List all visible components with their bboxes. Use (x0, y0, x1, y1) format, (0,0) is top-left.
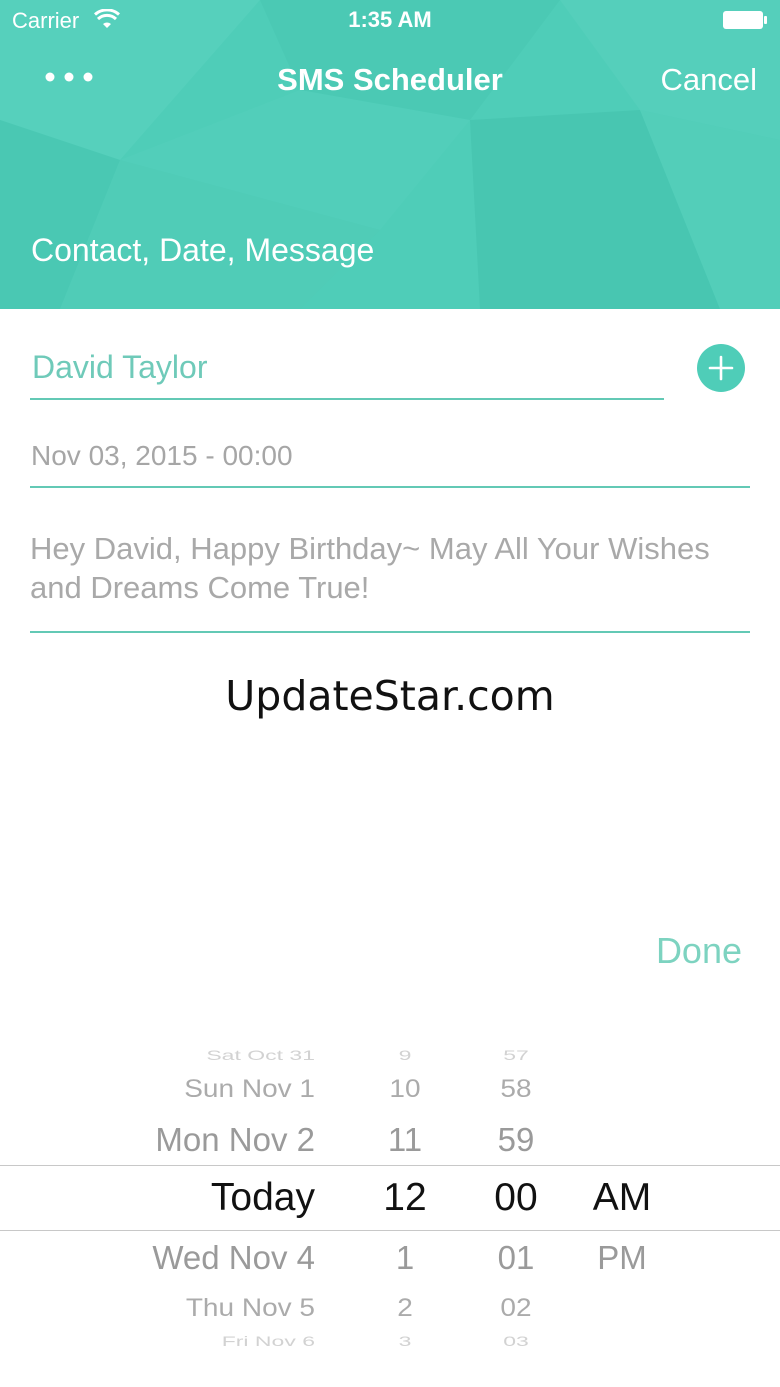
message-textarea[interactable]: Hey David, Happy Birthday~ May All Your … (30, 529, 720, 607)
cancel-button[interactable]: Cancel (661, 62, 758, 98)
picker-hour-option[interactable]: 3 (365, 1333, 445, 1349)
status-time: 1:35 AM (348, 7, 432, 32)
date-field-row: Nov 03, 2015 - 00:00 (30, 428, 750, 488)
picker-hour-option[interactable]: 10 (365, 1075, 445, 1104)
watermark-text: UpdateStar.com (225, 672, 555, 720)
picker-day-option[interactable]: Thu Nov 5 (186, 1294, 315, 1323)
more-dots-icon[interactable] (40, 62, 100, 92)
picker-hour-option[interactable]: 2 (365, 1294, 445, 1323)
picker-selection-bottom-line (0, 1230, 780, 1231)
picker-selection-top-line (0, 1165, 780, 1166)
picker-day-option[interactable]: Sat Oct 31 (206, 1047, 315, 1063)
picker-minute-option[interactable]: 59 (476, 1121, 556, 1159)
picker-minute-option[interactable]: 58 (476, 1075, 556, 1104)
add-contact-button[interactable] (697, 344, 745, 392)
picker-ampm-selected[interactable]: AM (572, 1176, 672, 1220)
picker-minute-option[interactable]: 57 (476, 1047, 556, 1063)
picker-day-option[interactable]: Sun Nov 1 (184, 1075, 315, 1104)
picker-hour-option[interactable]: 1 (365, 1239, 445, 1277)
picker-hour-selected[interactable]: 12 (365, 1176, 445, 1220)
picker-minute-option[interactable]: 02 (476, 1294, 556, 1323)
done-button[interactable]: Done (656, 930, 742, 972)
header: Carrier 1:35 AM SMS Scheduler Cancel Con… (0, 0, 780, 309)
contact-field-row (30, 340, 664, 400)
picker-ampm-option[interactable]: PM (572, 1239, 672, 1277)
picker-day-selected[interactable]: Today (211, 1176, 315, 1220)
message-field-row: Hey David, Happy Birthday~ May All Your … (30, 525, 750, 633)
picker-day-option[interactable]: Mon Nov 2 (155, 1121, 315, 1159)
picker-minute-selected[interactable]: 00 (476, 1176, 556, 1220)
plus-icon (708, 355, 734, 381)
picker-minute-option[interactable]: 01 (476, 1239, 556, 1277)
status-bar: Carrier 1:35 AM (0, 0, 780, 40)
contact-input[interactable] (30, 340, 662, 394)
picker-hour-option[interactable]: 9 (365, 1047, 445, 1063)
picker-hour-option[interactable]: 11 (365, 1121, 445, 1159)
picker-minute-option[interactable]: 03 (476, 1333, 556, 1349)
section-heading: Contact, Date, Message (31, 232, 375, 268)
nav-bar: SMS Scheduler Cancel (0, 48, 780, 112)
picker-day-option[interactable]: Wed Nov 4 (152, 1239, 315, 1277)
battery-icon (723, 11, 767, 29)
picker-day-option[interactable]: Fri Nov 6 (222, 1333, 315, 1349)
date-time-picker[interactable]: Sat Oct 31 Sun Nov 1 Mon Nov 2 Today Wed… (0, 1030, 780, 1387)
date-field[interactable]: Nov 03, 2015 - 00:00 (31, 440, 293, 472)
